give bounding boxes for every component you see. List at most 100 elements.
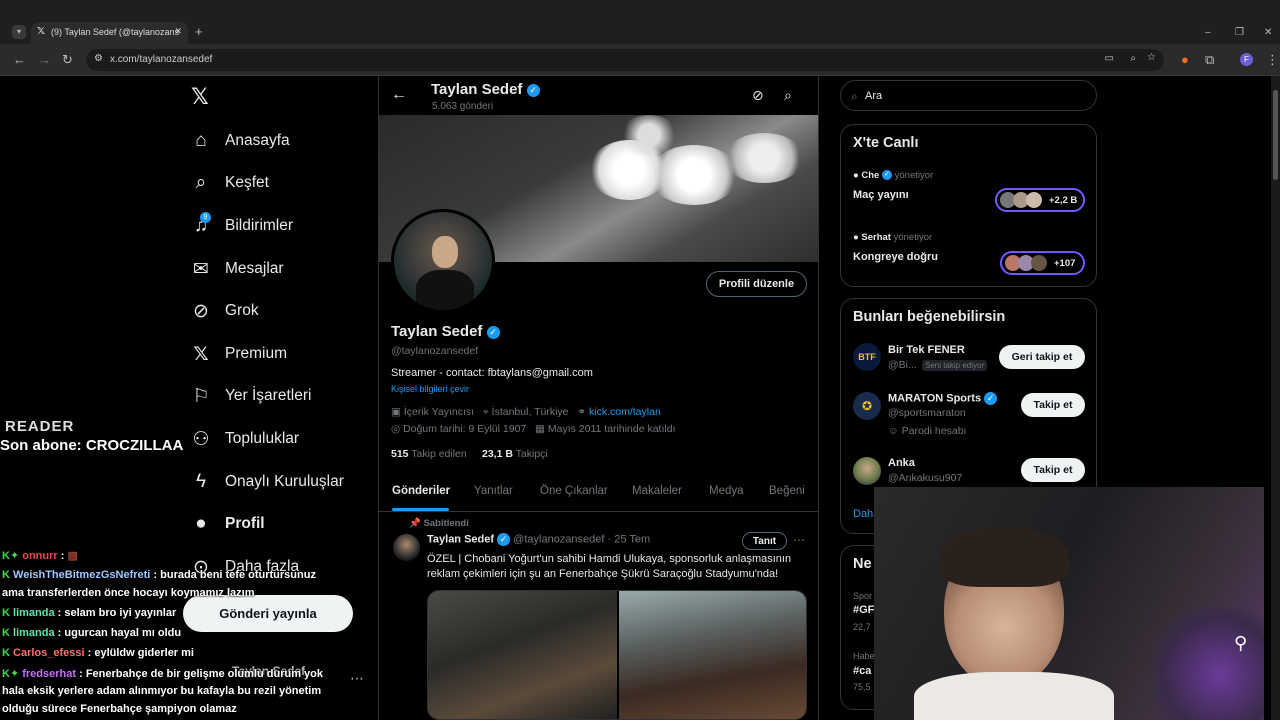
- back-icon[interactable]: ←: [13, 53, 26, 67]
- scrollbar[interactable]: [1271, 76, 1280, 720]
- nav-bookmarks[interactable]: ⚐ Yer İşaretleri: [190, 378, 311, 414]
- post-image-2[interactable]: [619, 591, 806, 719]
- extensions-puzzle-icon[interactable]: ⧉: [1205, 53, 1214, 67]
- people-icon: ⚇: [192, 428, 210, 450]
- search-icon[interactable]: ⌕: [784, 87, 792, 104]
- reload-icon[interactable]: ↻: [62, 53, 73, 67]
- suggestion-name[interactable]: Anka: [888, 457, 915, 469]
- followers-link[interactable]: 23,1 B Takipçi: [482, 448, 548, 460]
- bookmark-icon: ⚐: [192, 385, 210, 407]
- browser-tab[interactable]: 𝕏 (9) Taylan Sedef (@taylanozans ✕: [31, 22, 188, 44]
- tab-highlights[interactable]: Öne Çıkanlar: [540, 485, 608, 497]
- streamer-hair: [939, 527, 1069, 587]
- site-info-icon[interactable]: ⚙: [94, 53, 103, 64]
- post-count: 5.063 gönderi: [432, 101, 494, 112]
- nav-communities[interactable]: ⚇ Topluluklar: [190, 421, 299, 457]
- profile-avatar[interactable]: [391, 209, 495, 313]
- website-link[interactable]: kick.com/taylan: [589, 406, 661, 418]
- extension-icon[interactable]: ●: [1181, 53, 1189, 67]
- post-media[interactable]: [427, 590, 807, 720]
- maximize-icon[interactable]: ❐: [1235, 26, 1244, 40]
- suggestion-name[interactable]: Bir Tek FENER: [888, 344, 965, 356]
- header-name: Taylan Sedef ✓: [431, 81, 540, 98]
- suggestion-name[interactable]: MARATON Sports ✓: [888, 392, 998, 405]
- news-title: Ne: [853, 556, 872, 572]
- tab-title: (9) Taylan Sedef (@taylanozans: [51, 27, 180, 37]
- profile-avatar-icon[interactable]: F: [1240, 53, 1253, 66]
- kick-icon: K: [2, 647, 10, 659]
- trend-category: Spor: [853, 591, 873, 601]
- edit-profile-button[interactable]: Profili düzenle: [706, 271, 807, 297]
- profile-handle: @taylanozansedef: [391, 345, 479, 357]
- live-title-2[interactable]: Kongreye doğru: [853, 251, 938, 263]
- suggestion-avatar[interactable]: ✪: [853, 392, 881, 420]
- post-image-1[interactable]: [428, 591, 617, 719]
- tab-replies[interactable]: Yanıtlar: [474, 485, 513, 497]
- tab-list-icon[interactable]: ▾: [12, 25, 26, 39]
- follows-you-badge: Seni takip ediyor: [922, 360, 988, 371]
- live-listeners-1[interactable]: +2,2 B: [995, 188, 1085, 212]
- post-avatar[interactable]: [393, 534, 420, 561]
- verified-icon: ✓: [497, 533, 511, 546]
- follow-button[interactable]: Takip et: [1021, 393, 1085, 417]
- person-icon: ●: [195, 513, 207, 534]
- post-button[interactable]: Gönderi yayınla: [183, 595, 353, 632]
- back-arrow-icon[interactable]: ←: [391, 86, 407, 104]
- trend-tag[interactable]: #GF: [853, 604, 874, 616]
- search-icon: ⌕: [195, 172, 207, 193]
- live-title-1[interactable]: Maç yayını: [853, 189, 909, 201]
- promote-button[interactable]: Tanıt: [742, 532, 787, 550]
- kick-icon: K: [2, 569, 10, 581]
- tab-media[interactable]: Medya: [709, 485, 744, 497]
- pin-icon: 📌: [409, 518, 421, 529]
- nav-premium[interactable]: 𝕏 Premium: [190, 336, 287, 372]
- url-field[interactable]: ⚙ x.com/taylanozansedef ▭ ⌕ ☆: [86, 49, 1164, 71]
- lightning-icon: ϟ: [195, 471, 207, 492]
- following-link[interactable]: 515 Takip edilen: [391, 448, 467, 460]
- star-icon[interactable]: ☆: [1147, 52, 1156, 63]
- live-listeners-2[interactable]: +107: [1000, 251, 1085, 275]
- webcam-backlight: [1154, 607, 1264, 720]
- suggestion-handle: @Bi...: [888, 359, 917, 371]
- scrollbar-thumb[interactable]: [1273, 90, 1278, 180]
- follow-button[interactable]: Takip et: [1021, 458, 1085, 482]
- notification-badge: 9: [200, 212, 211, 223]
- trend-tag[interactable]: #ca: [853, 665, 871, 677]
- install-icon[interactable]: ▭: [1105, 53, 1114, 64]
- follow-back-button[interactable]: Geri takip et: [999, 345, 1085, 369]
- tab-articles[interactable]: Makaleler: [632, 485, 682, 497]
- new-tab-icon[interactable]: +: [195, 25, 203, 39]
- kick-icon: K✦: [2, 668, 20, 680]
- nav-messages[interactable]: ✉ Mesajlar: [190, 251, 284, 287]
- live-host-2: ● Serhat yönetiyor: [853, 232, 933, 243]
- chat-message: K limanda : ugurcan hayal mı oldu: [2, 627, 182, 639]
- suggestion-handle: @Ankakusu907: [888, 472, 963, 484]
- translate-bio-link[interactable]: Kişisel bilgileri çevir: [391, 384, 469, 394]
- nav-verified-orgs[interactable]: ϟ Onaylı Kuruluşlar: [190, 464, 344, 500]
- chat-message: K WeishTheBitmezGsNefreti : burada beni …: [2, 569, 316, 581]
- zoom-icon[interactable]: ⌕: [1130, 53, 1136, 64]
- suggestion-avatar[interactable]: [853, 457, 881, 485]
- x-logo-icon[interactable]: 𝕏: [191, 84, 209, 110]
- tab-likes[interactable]: Beğeni: [769, 485, 805, 497]
- browser-menu-icon[interactable]: ⋮: [1266, 53, 1279, 67]
- search-input[interactable]: ⌕ Ara: [840, 80, 1097, 111]
- nav-profile[interactable]: ● Profil: [190, 506, 264, 542]
- minimize-icon[interactable]: –: [1205, 26, 1211, 40]
- browser-tab-bar: ▾ 𝕏 (9) Taylan Sedef (@taylanozans ✕ + –…: [0, 0, 1280, 44]
- grok-analyze-icon[interactable]: ⊘: [752, 87, 764, 104]
- suggestion-avatar[interactable]: BTF: [853, 343, 881, 371]
- nav-home[interactable]: ⌂ Anasayfa: [190, 123, 289, 159]
- chat-message: K Carlos_efessi : eylüldw giderler mi: [2, 647, 194, 659]
- nav-explore[interactable]: ⌕ Keşfet: [190, 165, 269, 201]
- home-icon: ⌂: [195, 130, 207, 151]
- tab-close-icon[interactable]: ✕: [174, 26, 182, 37]
- account-more-icon[interactable]: ⋯: [350, 670, 364, 687]
- nav-notifications[interactable]: ♫ 9 Bildirimler: [190, 208, 293, 244]
- window-close-icon[interactable]: ✕: [1264, 26, 1272, 40]
- post-more-icon[interactable]: ⋯: [793, 533, 805, 547]
- tab-posts[interactable]: Gönderiler: [392, 485, 450, 497]
- nav-grok[interactable]: ⊘ Grok: [190, 293, 259, 329]
- chat-message: K✦ fredserhat : Fenerbahçe de bir gelişm…: [2, 668, 323, 680]
- forward-icon[interactable]: →: [38, 53, 51, 67]
